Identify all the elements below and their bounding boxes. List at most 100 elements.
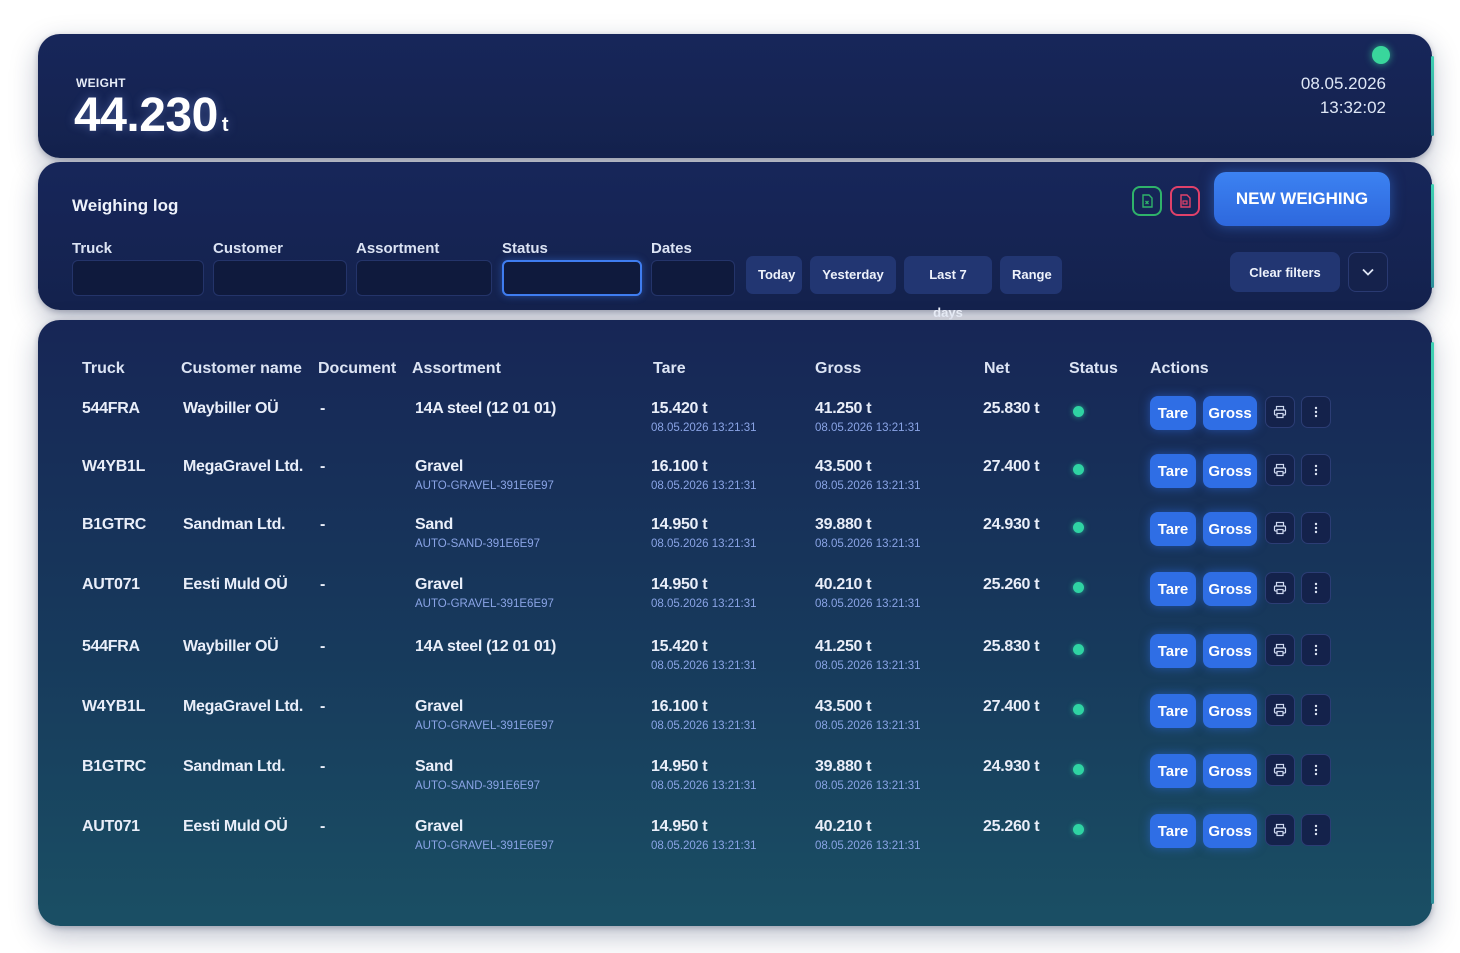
current-date: 08.05.2026 xyxy=(1300,74,1386,93)
gross-cell: 39.880 t 08.05.2026 13:21:31 xyxy=(815,758,921,792)
gross-button[interactable]: Gross xyxy=(1203,512,1257,546)
gross-button[interactable]: Gross xyxy=(1203,694,1257,728)
truck-cell: B1GTRC xyxy=(82,516,146,533)
tare-cell: 15.420 t 08.05.2026 13:21:31 xyxy=(651,638,757,672)
more-vertical-icon xyxy=(1314,644,1318,656)
weight-readout: 44.230 t xyxy=(74,88,228,143)
column-header-gross: Gross xyxy=(815,360,862,377)
yesterday-button[interactable]: Yesterday xyxy=(810,256,896,294)
gross-button[interactable]: Gross xyxy=(1203,754,1257,788)
document-cell: - xyxy=(320,516,326,533)
gross-button[interactable]: Gross xyxy=(1203,814,1257,848)
print-button[interactable] xyxy=(1265,396,1295,428)
tare-time: 08.05.2026 13:21:31 xyxy=(651,780,757,792)
more-vertical-icon xyxy=(1314,464,1318,476)
tare-button[interactable]: Tare xyxy=(1150,694,1196,728)
print-button[interactable] xyxy=(1265,814,1295,846)
print-button[interactable] xyxy=(1265,694,1295,726)
tare-button[interactable]: Tare xyxy=(1150,512,1196,546)
customer-cell: Sandman Ltd. xyxy=(183,758,286,775)
tare-button[interactable]: Tare xyxy=(1150,634,1196,668)
gross-cell: 41.250 t 08.05.2026 13:21:31 xyxy=(815,400,921,434)
truck-filter-input[interactable] xyxy=(72,260,204,296)
export-excel-button[interactable] xyxy=(1132,186,1162,216)
tare-button[interactable]: Tare xyxy=(1150,754,1196,788)
tare-button[interactable]: Tare xyxy=(1150,572,1196,606)
more-options-button[interactable] xyxy=(1301,512,1331,544)
column-header-assortment: Assortment xyxy=(412,360,501,377)
print-button[interactable] xyxy=(1265,512,1295,544)
more-options-button[interactable] xyxy=(1301,634,1331,666)
status-filter-input[interactable] xyxy=(502,260,642,296)
assortment-filter-input[interactable] xyxy=(356,260,492,296)
customer-filter-input[interactable] xyxy=(213,260,347,296)
more-options-button[interactable] xyxy=(1301,572,1331,604)
table-row: 544FRA Waybiller OÜ - 14A steel (12 01 0… xyxy=(38,634,1432,698)
tare-button[interactable]: Tare xyxy=(1150,454,1196,488)
more-options-button[interactable] xyxy=(1301,694,1331,726)
range-button[interactable]: Range xyxy=(1000,256,1062,294)
document-cell: - xyxy=(320,400,326,417)
gross-button[interactable]: Gross xyxy=(1203,454,1257,488)
printer-icon xyxy=(1273,823,1287,837)
today-button[interactable]: Today xyxy=(746,256,802,294)
tare-value: 16.100 t xyxy=(651,458,708,475)
print-button[interactable] xyxy=(1265,754,1295,786)
document-cell: - xyxy=(320,818,326,835)
status-ok-dot xyxy=(1073,406,1084,417)
expand-filters-button[interactable] xyxy=(1348,252,1388,292)
gross-button[interactable]: Gross xyxy=(1203,572,1257,606)
more-options-button[interactable] xyxy=(1301,754,1331,786)
assortment-cell: Gravel AUTO-GRAVEL-391E6E97 xyxy=(415,818,554,852)
print-button[interactable] xyxy=(1265,454,1295,486)
column-header-truck: Truck xyxy=(82,360,125,377)
gross-time: 08.05.2026 13:21:31 xyxy=(815,538,921,550)
assortment-code: AUTO-GRAVEL-391E6E97 xyxy=(415,480,554,492)
document-cell: - xyxy=(320,758,326,775)
status-filter-label: Status xyxy=(502,240,548,257)
weighing-table-panel: Truck Customer name Document Assortment … xyxy=(38,320,1434,926)
tare-button[interactable]: Tare xyxy=(1150,396,1196,430)
assortment-code: AUTO-SAND-391E6E97 xyxy=(415,780,541,792)
assortment-cell: Gravel AUTO-GRAVEL-391E6E97 xyxy=(415,458,554,492)
gross-value: 41.250 t xyxy=(815,400,872,417)
more-options-button[interactable] xyxy=(1301,454,1331,486)
truck-cell: AUT071 xyxy=(82,576,140,593)
more-vertical-icon xyxy=(1314,522,1318,534)
tare-time: 08.05.2026 13:21:31 xyxy=(651,538,757,550)
clear-filters-button[interactable]: Clear filters xyxy=(1230,252,1340,292)
more-vertical-icon xyxy=(1314,406,1318,418)
assortment-name: Gravel xyxy=(415,458,464,475)
print-button[interactable] xyxy=(1265,572,1295,604)
customer-cell: Waybiller OÜ xyxy=(183,638,279,655)
printer-icon xyxy=(1273,463,1287,477)
more-options-button[interactable] xyxy=(1301,814,1331,846)
tare-time: 08.05.2026 13:21:31 xyxy=(651,840,757,852)
table-row: W4YB1L MegaGravel Ltd. - Gravel AUTO-GRA… xyxy=(38,454,1432,518)
gross-value: 40.210 t xyxy=(815,818,872,835)
new-weighing-button[interactable]: NEW WEIGHING xyxy=(1214,172,1390,226)
customer-cell: Eesti Muld OÜ xyxy=(183,576,288,593)
column-header-customer: Customer name xyxy=(181,360,302,377)
tare-button[interactable]: Tare xyxy=(1150,814,1196,848)
print-button[interactable] xyxy=(1265,634,1295,666)
gross-value: 43.500 t xyxy=(815,458,872,475)
gross-value: 41.250 t xyxy=(815,638,872,655)
tare-time: 08.05.2026 13:21:31 xyxy=(651,660,757,672)
gross-button[interactable]: Gross xyxy=(1203,396,1257,430)
net-cell: 25.830 t xyxy=(983,400,1040,417)
more-options-button[interactable] xyxy=(1301,396,1331,428)
printer-icon xyxy=(1273,405,1287,419)
customer-cell: MegaGravel Ltd. xyxy=(183,698,303,715)
export-pdf-button[interactable] xyxy=(1170,186,1200,216)
weighing-log-title: Weighing log xyxy=(72,196,179,215)
gross-button[interactable]: Gross xyxy=(1203,634,1257,668)
app-stage: WEIGHT 44.230 t 08.05.2026 13:32:02 Weigh… xyxy=(0,0,1460,953)
dates-filter-input[interactable] xyxy=(651,260,735,296)
assortment-cell: 14A steel (12 01 01) xyxy=(415,638,556,660)
weight-unit: t xyxy=(221,114,229,136)
last-7-days-button[interactable]: Last 7 days xyxy=(904,256,992,320)
truck-filter-label: Truck xyxy=(72,240,113,257)
document-cell: - xyxy=(320,458,326,475)
document-cell: - xyxy=(320,698,326,715)
